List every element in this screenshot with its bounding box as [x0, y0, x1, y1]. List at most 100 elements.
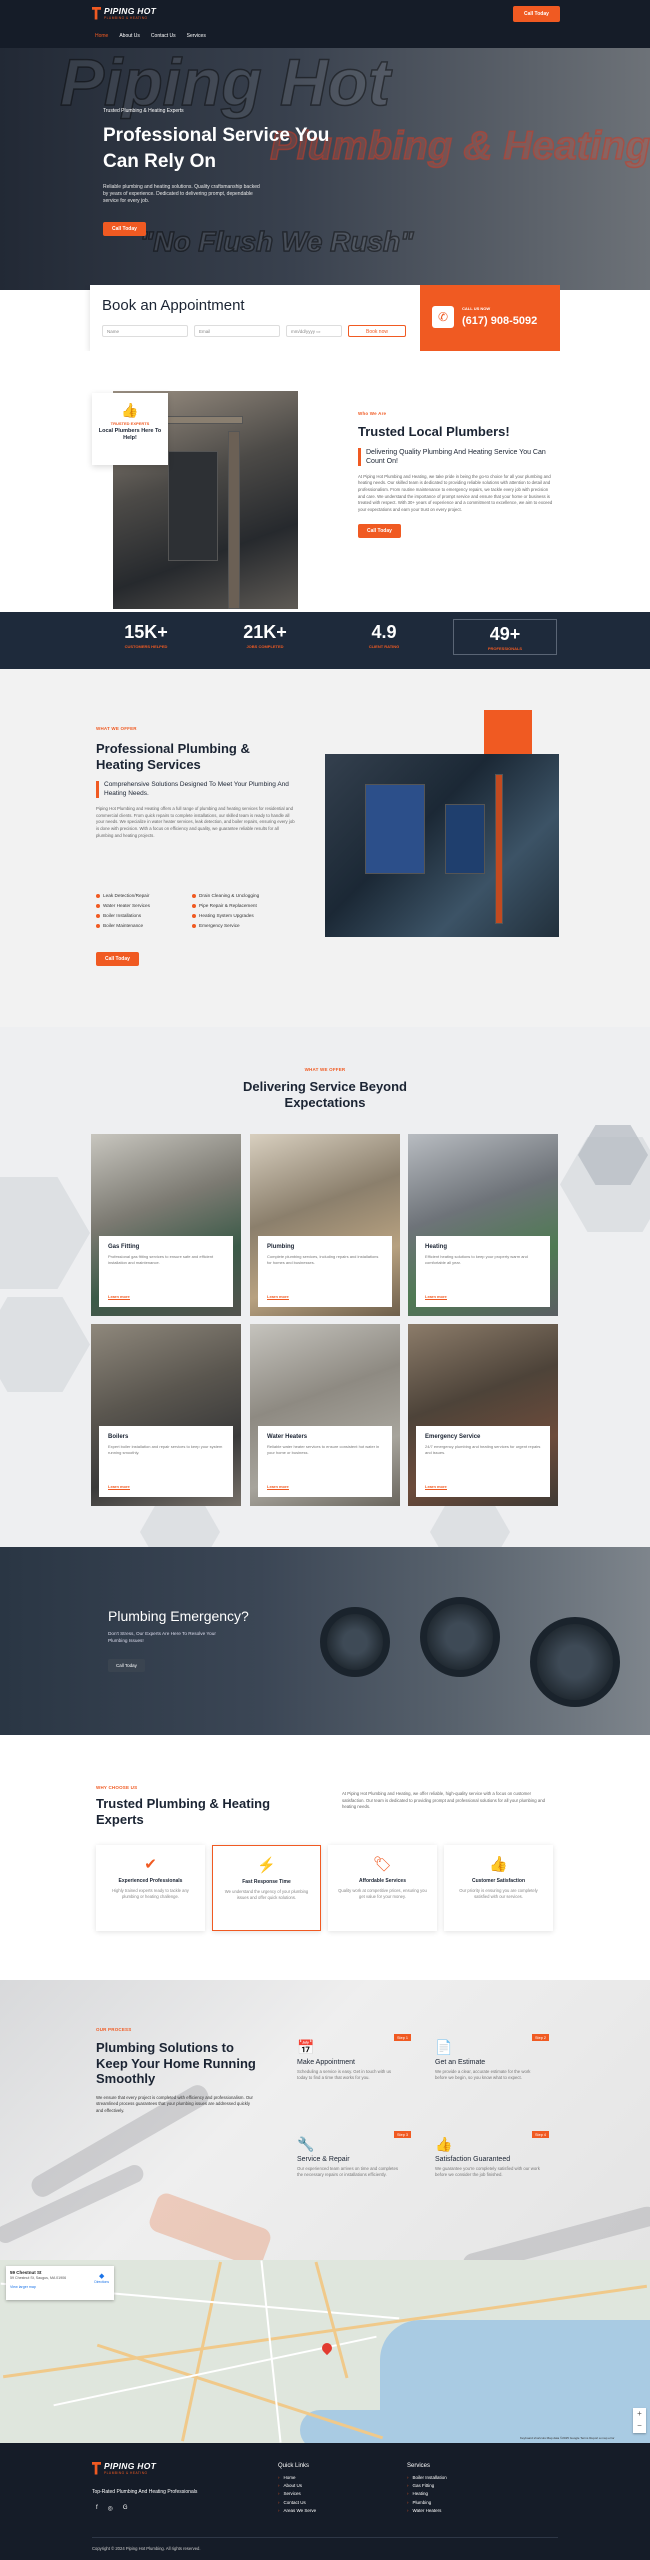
list-item: Heating System Upgrades [192, 913, 288, 918]
service-card-emergency[interactable]: Emergency Service 24/7 emergency plumbing… [408, 1324, 558, 1506]
service-card-water-heaters[interactable]: Water Heaters Reliable water heater servi… [250, 1324, 400, 1506]
pipe-decor [530, 1617, 620, 1707]
top-nav: PIPING HOT PLUMBING & HEATING Home About… [0, 0, 650, 48]
services-call-button[interactable]: Call Today [96, 952, 139, 966]
directions-button[interactable]: ◆ Directions [94, 2272, 109, 2284]
process-title: Plumbing Solutions to Keep Your Home Run… [96, 2040, 256, 2087]
about-title: Trusted Local Plumbers! [358, 424, 510, 439]
service-card-plumbing[interactable]: Plumbing Complete plumbing services, incl… [250, 1134, 400, 1316]
process-step-3: Step 3 🔧 Service & Repair Our experienced… [287, 2126, 415, 2216]
services-intro-section: WHAT WE OFFER Professional Plumbing & He… [0, 669, 650, 1027]
footer-link[interactable]: Plumbing [407, 2500, 447, 2505]
calendar-icon: 📅 [297, 2039, 315, 2055]
list-item: Water Heater Services [96, 903, 192, 908]
nav-home[interactable]: Home [95, 33, 108, 39]
services-eyebrow: WHAT WE OFFER [96, 726, 137, 731]
facebook-icon[interactable]: f [96, 2505, 98, 2512]
checkmark-icon: ✔ [144, 1856, 157, 1873]
why-description: At Piping Hot Plumbing and Heating, we o… [342, 1791, 546, 1810]
list-item: Boiler Installations [96, 913, 192, 918]
view-larger-map-link[interactable]: View larger map [10, 2285, 110, 2289]
stat-jobs: 21K+ JOBS COMPLETED [243, 622, 287, 649]
footer-services-title: Services [407, 2463, 431, 2469]
hero-call-button[interactable]: Call Today [103, 222, 146, 236]
price-tag-icon: 🏷 [372, 1856, 393, 1873]
nav-about[interactable]: About Us [119, 33, 140, 39]
logo-subtitle: PLUMBING & HEATING [104, 16, 148, 20]
phone-icon: ✆ [432, 306, 454, 328]
map-attribution: Keyboard shortcuts Map data ©2025 Google… [520, 2436, 615, 2440]
footer-link[interactable]: Heating [407, 2491, 447, 2496]
nav-call-button[interactable]: Call Today [513, 6, 560, 22]
footer-link[interactable]: Boiler Installation [407, 2475, 447, 2480]
google-icon[interactable]: G [123, 2505, 128, 2512]
call-us-card[interactable]: ✆ CALL US NOW (617) 908-5092 [420, 285, 560, 351]
call-label: CALL US NOW [462, 306, 491, 311]
footer-link[interactable]: Contact Us [278, 2500, 316, 2505]
date-field[interactable]: mm/dd/yyyy ▭ [286, 325, 342, 337]
process-step-1: Step 1 📅 Make Appointment Scheduling a se… [287, 2029, 415, 2119]
nav-services[interactable]: Services [187, 33, 206, 39]
list-item: Drain Cleaning & Unclogging [192, 893, 288, 898]
hero-title: Professional Service You Can Rely On [103, 125, 330, 172]
phone-number[interactable]: (617) 908-5092 [462, 315, 537, 327]
beyond-title: Delivering Service Beyond Expectations [242, 1079, 407, 1110]
map-place-card: 59 Chestnut St 59 Chestnut St, Saugus, M… [6, 2266, 114, 2300]
about-call-button[interactable]: Call Today [358, 523, 401, 538]
book-now-button[interactable]: Book now [348, 325, 406, 337]
hero-tagline: Trusted Plumbing & Heating Experts [103, 108, 184, 114]
process-step-4: Step 4 👍 Satisfaction Guaranteed We guara… [425, 2126, 553, 2216]
thumbs-up-icon: 👍 [489, 1856, 508, 1873]
learn-more-link[interactable]: Learn more [267, 1484, 289, 1490]
google-map[interactable]: 59 Chestnut St 59 Chestnut St, Saugus, M… [0, 2260, 650, 2443]
list-item: Leak Detection/Repair [96, 893, 192, 898]
learn-more-link[interactable]: Learn more [425, 1294, 447, 1300]
why-card-fast-response: ⚡ Fast Response Time We understand the ur… [212, 1845, 321, 1931]
footer-logo-title: PIPING HOT [104, 2461, 157, 2471]
map-zoom-controls[interactable]: + − [633, 2408, 646, 2433]
footer-logo[interactable]: PIPING HOT PLUMBING & HEATING [92, 2461, 156, 2475]
footer-link[interactable]: Services [278, 2491, 316, 2496]
why-card-satisfaction: 👍 Customer Satisfaction Our priority is e… [444, 1845, 553, 1931]
site-logo[interactable]: PIPING HOT PLUMBING & HEATING [92, 6, 156, 20]
learn-more-link[interactable]: Learn more [267, 1294, 289, 1300]
footer-link[interactable]: About Us [278, 2483, 316, 2488]
email-field[interactable]: Email [194, 325, 280, 337]
learn-more-link[interactable]: Learn more [108, 1294, 130, 1300]
learn-more-link[interactable]: Learn more [425, 1484, 447, 1490]
zoom-out-icon[interactable]: − [633, 2420, 646, 2432]
footer-link[interactable]: Water Heaters [407, 2508, 447, 2513]
footer-link[interactable]: Home [278, 2475, 316, 2480]
learn-more-link[interactable]: Learn more [108, 1484, 130, 1490]
about-section: 👍 TRUSTED EXPERTS Local Plumbers Here To… [0, 351, 650, 611]
map-pin-icon[interactable] [319, 2340, 335, 2356]
document-icon: 📄 [435, 2039, 453, 2055]
hero-bg-slogan: "No Flush We Rush" [139, 225, 414, 258]
stat-rating: 4.9 CLIENT RATING [368, 622, 400, 649]
list-item: Emergency Service [192, 923, 288, 928]
faucet-icon [92, 6, 101, 20]
hero-section: Piping Hot Plumbing & Heating "No Flush … [0, 48, 650, 290]
stat-professionals: 49+ PROFESSIONALS [453, 619, 557, 655]
emergency-call-button[interactable]: Call Today [108, 1659, 145, 1672]
instagram-icon[interactable]: ◎ [108, 2505, 113, 2512]
zoom-in-icon[interactable]: + [633, 2408, 646, 2420]
service-card-heating[interactable]: Heating Efficient heating solutions to ke… [408, 1134, 558, 1316]
nav-contact[interactable]: Contact Us [151, 33, 176, 39]
footer-link[interactable]: Gas Fitting [407, 2483, 447, 2488]
emergency-title: Plumbing Emergency? [108, 1608, 249, 1624]
process-step-2: Step 2 📄 Get an Estimate We provide a cle… [425, 2029, 553, 2119]
process-section: OUR PROCESS Plumbing Solutions to Keep Y… [0, 1980, 650, 2260]
service-card-gas-fitting[interactable]: Gas Fitting Professional gas fitting serv… [91, 1134, 241, 1316]
service-card-boilers[interactable]: Boilers Expert boiler installation and re… [91, 1324, 241, 1506]
footer: PIPING HOT PLUMBING & HEATING Top-Rated … [0, 2443, 650, 2560]
copyright: Copyright © 2024 Piping Hot Plumbing. Al… [92, 2546, 201, 2551]
name-field[interactable]: Name [102, 325, 188, 337]
logo-title: PIPING HOT [104, 6, 157, 16]
beyond-eyebrow: WHAT WE OFFER [304, 1067, 346, 1072]
footer-quick-links: Quick Links Home About Us Services Conta… [278, 2463, 316, 2516]
footer-link[interactable]: Areas We Serve [278, 2508, 317, 2513]
why-eyebrow: WHY CHOOSE US [96, 1785, 138, 1790]
emergency-description: Don't Stress, Our Experts Are Here To Re… [108, 1631, 216, 1643]
footer-divider [92, 2537, 558, 2538]
